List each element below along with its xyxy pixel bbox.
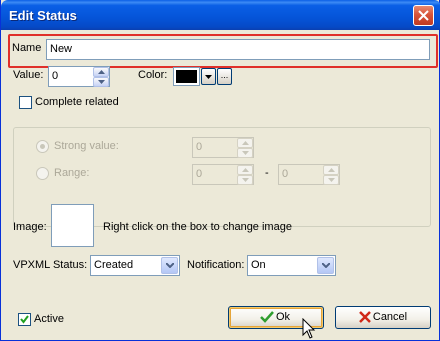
close-icon <box>418 10 429 21</box>
mouse-cursor-icon <box>302 318 316 339</box>
cancel-label: Cancel <box>372 311 408 323</box>
range-radio[interactable] <box>36 167 49 180</box>
ok-label: Ok <box>275 311 291 323</box>
checkmark-icon <box>260 311 274 323</box>
name-label: Name <box>12 42 42 54</box>
chevron-down-icon <box>242 151 249 155</box>
chevron-up-icon <box>328 168 335 172</box>
range-to-down-button[interactable] <box>323 175 339 185</box>
range-separator: - <box>265 167 269 179</box>
strong-value-radio[interactable] <box>36 140 49 153</box>
strong-value-up-button[interactable] <box>237 138 253 148</box>
vpxml-status-value: Created <box>94 259 134 271</box>
chevron-down-icon <box>328 178 335 182</box>
chevron-up-icon <box>98 70 105 74</box>
range-to-up-button[interactable] <box>323 165 339 175</box>
cancel-button[interactable]: Cancel <box>335 306 431 329</box>
image-label: Image: <box>13 221 47 233</box>
value-label: Value: <box>13 69 44 81</box>
strong-value-label: Strong value: <box>54 140 119 152</box>
vpxml-status-label: VPXML Status: <box>13 259 88 271</box>
complete-related-checkbox[interactable] <box>19 96 32 109</box>
complete-related-label: Complete related <box>35 96 119 108</box>
dialog-body: Name New Value: 0 Color: ... Complete re… <box>4 30 438 339</box>
vpxml-status-dropdown-button[interactable] <box>161 257 178 274</box>
chevron-down-icon <box>322 263 330 268</box>
checkmark-icon <box>20 315 29 324</box>
title-bar[interactable]: Edit Status <box>1 0 440 30</box>
chevron-down-icon <box>166 263 174 268</box>
color-swatch[interactable] <box>173 67 200 86</box>
image-hint: Right click on the box to change image <box>103 221 292 233</box>
active-checkbox[interactable] <box>18 313 31 326</box>
notification-value: On <box>251 259 266 271</box>
color-picker-button[interactable]: ... <box>217 68 232 85</box>
range-from-down-button[interactable] <box>237 175 253 185</box>
image-box[interactable] <box>51 204 94 247</box>
chevron-down-icon <box>98 80 105 84</box>
chevron-down-icon <box>205 75 212 79</box>
strong-value-down-button[interactable] <box>237 148 253 158</box>
close-button[interactable] <box>413 5 434 26</box>
edit-status-dialog: Edit Status Name New Value: 0 Color: ...… <box>0 0 440 341</box>
cancel-x-icon <box>359 311 371 323</box>
range-label: Range: <box>54 167 90 179</box>
color-fill <box>176 70 197 83</box>
notification-select[interactable]: On <box>247 255 336 276</box>
value-up-button[interactable] <box>93 67 109 77</box>
notification-label: Notification: <box>187 259 245 271</box>
name-input[interactable]: New <box>46 39 430 60</box>
vpxml-status-select[interactable]: Created <box>90 255 180 276</box>
notification-dropdown-button[interactable] <box>317 257 334 274</box>
active-label: Active <box>34 313 64 325</box>
range-from-up-button[interactable] <box>237 165 253 175</box>
chevron-down-icon <box>242 178 249 182</box>
value-down-button[interactable] <box>93 77 109 87</box>
color-label: Color: <box>138 69 168 81</box>
color-dropdown-button[interactable] <box>201 68 216 85</box>
chevron-up-icon <box>242 168 249 172</box>
chevron-up-icon <box>242 141 249 145</box>
window-title: Edit Status <box>9 8 77 23</box>
